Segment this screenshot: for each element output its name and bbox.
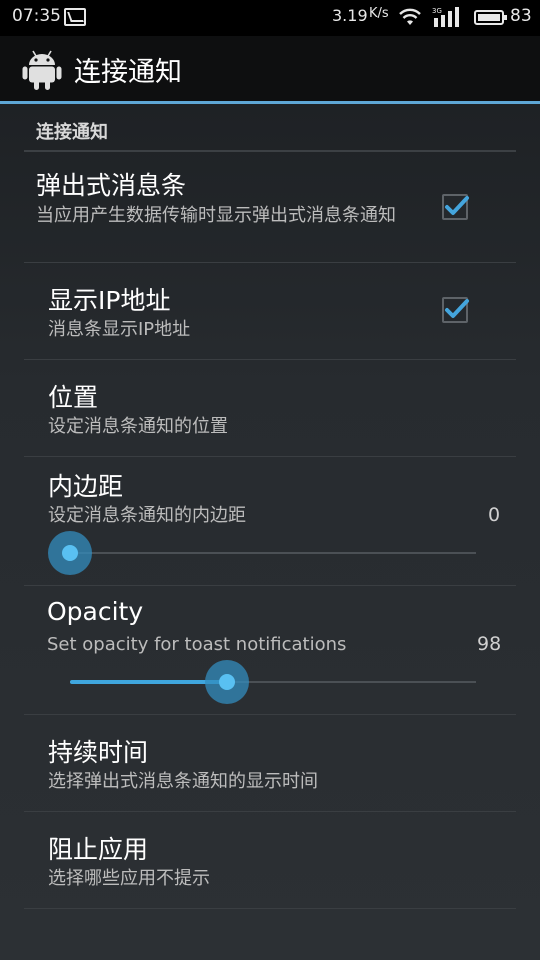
android-icon[interactable] xyxy=(20,47,64,91)
pref-block-apps-title: 阻止应用 xyxy=(48,835,149,864)
divider xyxy=(24,811,516,812)
battery-level: 83 xyxy=(510,6,532,26)
padding-slider-thumb-core[interactable] xyxy=(62,545,78,561)
pref-padding-summary: 设定消息条通知的内边距 xyxy=(48,505,246,526)
popup-checkbox[interactable] xyxy=(442,194,469,220)
checkmark-icon xyxy=(445,299,469,318)
pref-show-ip-summary: 消息条显示IP地址 xyxy=(48,319,191,340)
pref-padding-title: 内边距 xyxy=(48,472,124,501)
battery-icon xyxy=(474,10,507,25)
page-title: 连接通知 xyxy=(74,57,182,88)
pref-popup-summary: 当应用产生数据传输时显示弹出式消息条通知 xyxy=(36,205,396,226)
action-bar: 连接通知 xyxy=(0,36,540,102)
pref-padding-value: 0 xyxy=(488,504,501,526)
divider xyxy=(24,359,516,360)
signal-icon: 3G xyxy=(432,7,459,27)
divider xyxy=(24,262,516,263)
show-ip-checkbox[interactable] xyxy=(442,297,469,323)
checkmark-icon xyxy=(445,196,469,215)
network-speed-unit: K/s xyxy=(369,6,389,21)
category-divider xyxy=(24,150,516,152)
pref-position-summary: 设定消息条通知的位置 xyxy=(48,416,228,437)
divider xyxy=(24,456,516,457)
pref-opacity-summary: Set opacity for toast notifications xyxy=(47,634,347,655)
pref-duration-title: 持续时间 xyxy=(48,738,149,767)
wifi-icon xyxy=(399,8,421,25)
pref-position-title: 位置 xyxy=(48,383,99,412)
pref-opacity-title: Opacity xyxy=(47,597,144,626)
divider xyxy=(24,714,516,715)
status-bar: 07:35 3.19 K/s 3G 83 xyxy=(0,0,540,36)
pref-opacity-value: 98 xyxy=(477,633,502,655)
clock: 07:35 xyxy=(12,6,61,26)
pref-show-ip-title: 显示IP地址 xyxy=(48,286,171,315)
pref-popup-title: 弹出式消息条 xyxy=(36,171,187,200)
svg-text:3G: 3G xyxy=(432,7,442,15)
pref-duration-summary: 选择弹出式消息条通知的显示时间 xyxy=(48,771,318,792)
divider xyxy=(24,585,516,586)
divider xyxy=(24,908,516,909)
padding-slider-track[interactable] xyxy=(70,552,476,554)
network-speed: 3.19 xyxy=(332,6,368,25)
opacity-slider-thumb-core[interactable] xyxy=(219,674,235,690)
pref-block-apps-summary: 选择哪些应用不提示 xyxy=(48,868,210,889)
category-header: 连接通知 xyxy=(36,122,108,143)
notification-icon xyxy=(64,8,86,26)
action-bar-divider xyxy=(0,101,540,104)
